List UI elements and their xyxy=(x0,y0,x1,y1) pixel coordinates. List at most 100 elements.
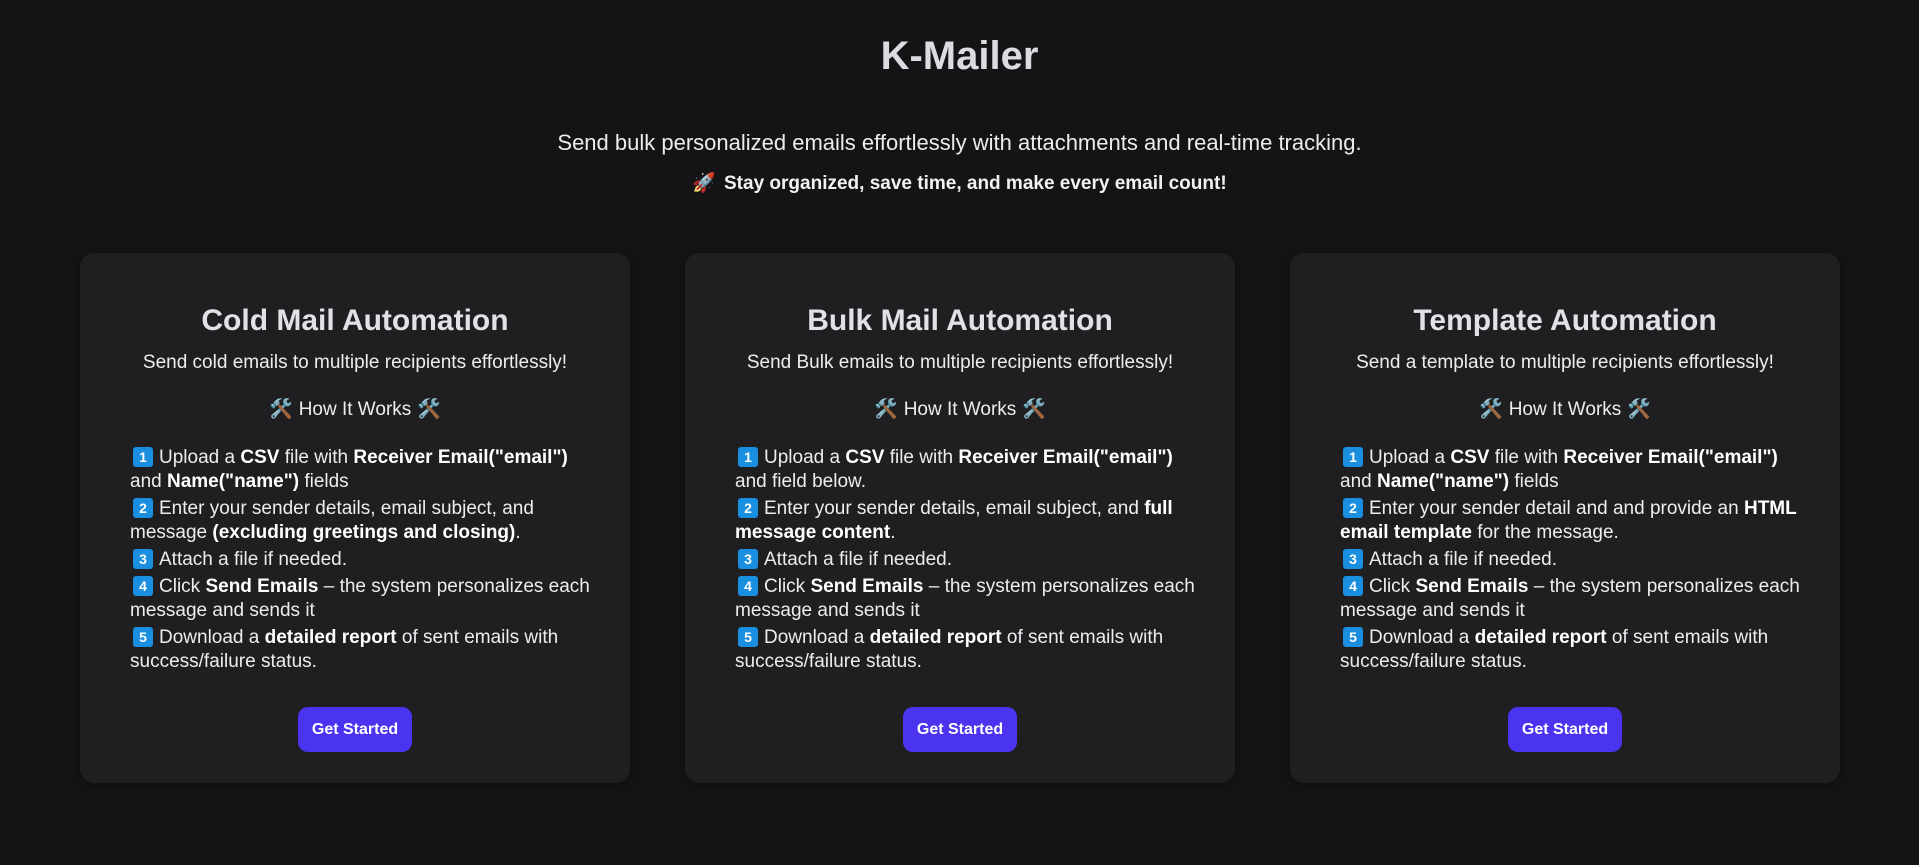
step-text: Download a xyxy=(1369,627,1475,648)
how-it-works-heading: 🛠️ How It Works 🛠️ xyxy=(1340,398,1790,422)
step-item: 3 Attach a file if needed. xyxy=(735,548,1207,572)
step-item: 2 Enter your sender details, email subjec… xyxy=(735,497,1207,545)
card-description: Send a template to multiple recipients e… xyxy=(1356,352,1774,373)
step-number-badge: 5 xyxy=(738,627,758,647)
how-it-works-heading: 🛠️ How It Works 🛠️ xyxy=(130,398,580,422)
step-text: file with xyxy=(884,447,959,468)
how-it-works-heading: 🛠️ How It Works 🛠️ xyxy=(735,398,1185,422)
step-emphasis: Receiver Email("email") xyxy=(353,447,568,468)
tagline: Send bulk personalized emails effortless… xyxy=(557,130,1362,155)
card-title: Cold Mail Automation xyxy=(201,304,509,337)
tools-icon: 🛠️ xyxy=(417,399,441,420)
step-emphasis: Send Emails xyxy=(810,576,924,597)
how-it-works-label: How It Works xyxy=(1508,399,1622,420)
step-emphasis: Send Emails xyxy=(205,576,319,597)
steps-list: 1 Upload a CSV file with Receiver Email("… xyxy=(735,446,1207,674)
step-number-badge: 1 xyxy=(133,447,153,467)
cards-container: Cold Mail Automation Send cold emails to… xyxy=(80,253,1840,783)
step-item: 1 Upload a CSV file with Receiver Email("… xyxy=(735,446,1207,494)
step-text: Click xyxy=(1369,576,1416,597)
step-text: Upload a xyxy=(764,447,846,468)
step-text: Attach a file if needed. xyxy=(159,549,348,570)
step-text: Enter your sender detail and and provide… xyxy=(1369,498,1744,519)
step-text: . xyxy=(515,522,521,543)
step-emphasis: detailed report xyxy=(1474,627,1607,648)
step-text: Click xyxy=(764,576,811,597)
how-it-works-label: How It Works xyxy=(903,399,1017,420)
step-number-badge: 2 xyxy=(738,498,758,518)
step-text: Download a xyxy=(764,627,870,648)
step-text: Enter your sender details, email subject… xyxy=(764,498,1145,519)
step-emphasis: detailed report xyxy=(869,627,1002,648)
rocket-icon: 🚀 xyxy=(692,173,716,194)
step-number-badge: 4 xyxy=(133,576,153,596)
step-number-badge: 4 xyxy=(738,576,758,596)
step-emphasis: (excluding greetings and closing) xyxy=(212,522,516,543)
step-number-badge: 2 xyxy=(133,498,153,518)
tools-icon: 🛠️ xyxy=(1627,399,1651,420)
card-description: Send Bulk emails to multiple recipients … xyxy=(746,352,1174,373)
step-item: 4 Click Send Emails – the system personal… xyxy=(1340,575,1812,623)
card-title: Template Automation xyxy=(1413,304,1717,337)
step-item: 5 Download a detailed report of sent emai… xyxy=(735,626,1207,674)
subline-text: Stay organized, save time, and make ever… xyxy=(724,173,1227,194)
tools-icon: 🛠️ xyxy=(1479,399,1503,420)
card-description: Send cold emails to multiple recipients … xyxy=(142,352,568,373)
step-text: Attach a file if needed. xyxy=(764,549,953,570)
step-text: and xyxy=(1340,471,1377,492)
step-emphasis: CSV xyxy=(1450,447,1490,468)
tools-icon: 🛠️ xyxy=(269,399,293,420)
step-emphasis: Name("name") xyxy=(166,471,300,492)
step-number-badge: 3 xyxy=(1343,549,1363,569)
step-number-badge: 3 xyxy=(133,549,153,569)
get-started-button[interactable]: Get Started xyxy=(298,707,412,752)
step-number-badge: 2 xyxy=(1343,498,1363,518)
step-text: Attach a file if needed. xyxy=(1369,549,1558,570)
tools-icon: 🛠️ xyxy=(874,399,898,420)
step-text: fields xyxy=(299,471,349,492)
steps-list: 1 Upload a CSV file with Receiver Email("… xyxy=(130,446,602,674)
card-bulk-mail: Bulk Mail Automation Send Bulk emails to… xyxy=(685,253,1235,783)
step-emphasis: detailed report xyxy=(264,627,397,648)
step-text: and field below. xyxy=(735,471,866,492)
step-text: fields xyxy=(1509,471,1559,492)
step-item: 5 Download a detailed report of sent emai… xyxy=(1340,626,1812,674)
steps-list: 1 Upload a CSV file with Receiver Email("… xyxy=(1340,446,1812,674)
step-number-badge: 1 xyxy=(1343,447,1363,467)
how-it-works-label: How It Works xyxy=(298,399,412,420)
step-item: 2 Enter your sender details, email subjec… xyxy=(130,497,602,545)
step-number-badge: 5 xyxy=(1343,627,1363,647)
step-item: 1 Upload a CSV file with Receiver Email("… xyxy=(130,446,602,494)
step-item: 2 Enter your sender detail and and provid… xyxy=(1340,497,1812,545)
step-number-badge: 1 xyxy=(738,447,758,467)
step-text: file with xyxy=(279,447,354,468)
step-emphasis: Name("name") xyxy=(1376,471,1510,492)
step-number-badge: 4 xyxy=(1343,576,1363,596)
step-item: 4 Click Send Emails – the system personal… xyxy=(735,575,1207,623)
step-emphasis: Receiver Email("email") xyxy=(958,447,1173,468)
subline: 🚀 Stay organized, save time, and make eve… xyxy=(0,172,1919,196)
get-started-button[interactable]: Get Started xyxy=(903,707,1017,752)
step-text: Upload a xyxy=(1369,447,1451,468)
step-text: . xyxy=(890,522,896,543)
step-text: for the message. xyxy=(1472,522,1619,543)
page-title: K-Mailer xyxy=(880,34,1039,78)
step-text: Upload a xyxy=(159,447,241,468)
step-emphasis: Receiver Email("email") xyxy=(1563,447,1778,468)
card-template: Template Automation Send a template to m… xyxy=(1290,253,1840,783)
card-title: Bulk Mail Automation xyxy=(807,304,1113,337)
step-text: Download a xyxy=(159,627,265,648)
tools-icon: 🛠️ xyxy=(1022,399,1046,420)
step-text: file with xyxy=(1489,447,1564,468)
step-item: 1 Upload a CSV file with Receiver Email("… xyxy=(1340,446,1812,494)
step-text: and xyxy=(130,471,167,492)
get-started-button[interactable]: Get Started xyxy=(1508,707,1622,752)
step-emphasis: Send Emails xyxy=(1415,576,1529,597)
step-emphasis: CSV xyxy=(240,447,280,468)
step-emphasis: CSV xyxy=(845,447,885,468)
step-item: 4 Click Send Emails – the system personal… xyxy=(130,575,602,623)
step-item: 5 Download a detailed report of sent emai… xyxy=(130,626,602,674)
step-item: 3 Attach a file if needed. xyxy=(1340,548,1812,572)
step-number-badge: 3 xyxy=(738,549,758,569)
step-number-badge: 5 xyxy=(133,627,153,647)
